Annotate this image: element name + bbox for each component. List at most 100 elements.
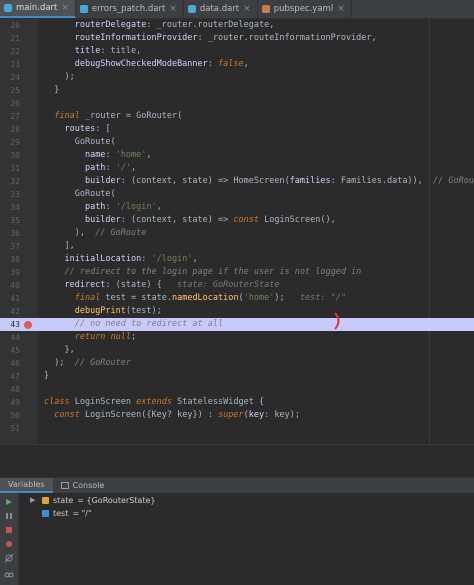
view-breakpoints-icon[interactable] [4, 539, 14, 549]
code-line[interactable]: 33 GoRoute( [0, 188, 474, 201]
line-number[interactable]: 48 [0, 383, 20, 396]
line-number[interactable]: 46 [0, 357, 20, 370]
code-line[interactable]: 35 builder: (context, state) => const Lo… [0, 214, 474, 227]
object-icon [42, 497, 49, 504]
line-number[interactable]: 27 [0, 110, 20, 123]
line-number[interactable]: 24 [0, 71, 20, 84]
line-number[interactable]: 29 [0, 136, 20, 149]
debug-tab-bar: Variables Console [0, 478, 474, 493]
code-line[interactable]: 29 GoRoute( [0, 136, 474, 149]
breakpoint-icon[interactable] [24, 320, 32, 329]
line-number[interactable]: 38 [0, 253, 20, 266]
line-number[interactable]: 43 [0, 318, 20, 331]
code-line[interactable]: 48 [0, 383, 474, 396]
variable-row-state[interactable]: ▶ state = {GoRouterState} [30, 494, 155, 507]
close-icon[interactable]: × [337, 4, 345, 14]
line-number[interactable]: 41 [0, 292, 20, 305]
line-number[interactable]: 49 [0, 396, 20, 409]
code-line[interactable]: 21 routeInformationProvider: _router.rou… [0, 32, 474, 45]
dart-file-icon [187, 5, 196, 13]
close-icon[interactable]: × [169, 4, 177, 14]
mute-breakpoints-icon[interactable] [4, 553, 14, 563]
code-text: redirect: (state) { state: GoRouterState [64, 280, 280, 290]
tab-label: errors_patch.dart [91, 4, 166, 14]
line-number[interactable]: 42 [0, 305, 20, 318]
line-number[interactable]: 21 [0, 32, 20, 45]
tab-errors-patch-dart[interactable]: errors_patch.dart × [76, 0, 184, 18]
line-number[interactable]: 35 [0, 214, 20, 227]
code-editor[interactable]: 20 routerDelegate: _router.routerDelegat… [0, 19, 474, 444]
code-line[interactable]: 24 ); [0, 71, 474, 84]
code-line[interactable]: 30 name: 'home', [0, 149, 474, 162]
code-line[interactable]: 22 title: title, [0, 45, 474, 58]
tab-data-dart[interactable]: data.dart × [184, 0, 258, 18]
code-line[interactable]: 34 path: '/login', [0, 201, 474, 214]
code-line[interactable]: 39 // redirect to the login page if the … [0, 266, 474, 279]
line-number[interactable]: 28 [0, 123, 20, 136]
code-line[interactable]: 46 ); // GoRouter [0, 357, 474, 370]
code-line[interactable]: 43 // no need to redirect at all [0, 318, 474, 331]
code-text: // redirect to the login page if the use… [64, 267, 362, 277]
code-line[interactable]: 23 debugShowCheckedModeBanner: false, [0, 58, 474, 71]
line-number[interactable]: 36 [0, 227, 20, 240]
code-line[interactable]: 44 return null; [0, 331, 474, 344]
tab-main-dart[interactable]: main.dart × [0, 0, 76, 18]
code-line[interactable]: 47} [0, 370, 474, 383]
code-line[interactable]: 40 redirect: (state) { state: GoRouterSt… [0, 279, 474, 292]
code-line[interactable]: 20 routerDelegate: _router.routerDelegat… [0, 19, 474, 32]
editor-tab-bar: main.dart × errors_patch.dart × data.dar… [0, 0, 474, 19]
tab-pubspec-yaml[interactable]: pubspec.yaml × [258, 0, 352, 18]
code-line[interactable]: 38 initialLocation: '/login', [0, 253, 474, 266]
line-number[interactable]: 20 [0, 19, 20, 32]
expand-arrow-icon[interactable]: ▶ [30, 494, 38, 507]
code-line[interactable]: 36 ), // GoRoute [0, 227, 474, 240]
code-line[interactable]: 51 [0, 422, 474, 435]
variable-name: state [53, 496, 74, 505]
tab-console[interactable]: Console [53, 478, 113, 493]
code-text: debugShowCheckedModeBanner: false, [74, 59, 249, 69]
glasses-icon[interactable] [4, 569, 14, 579]
line-number[interactable]: 32 [0, 175, 20, 188]
code-text: ], [44, 241, 75, 251]
resume-icon[interactable] [4, 497, 14, 507]
line-number[interactable]: 51 [0, 422, 20, 435]
line-number[interactable]: 33 [0, 188, 20, 201]
line-number[interactable]: 22 [0, 45, 20, 58]
close-icon[interactable]: × [61, 3, 69, 13]
code-line[interactable]: 32 builder: (context, state) => HomeScre… [0, 175, 474, 188]
line-number[interactable]: 25 [0, 84, 20, 97]
line-number[interactable]: 31 [0, 162, 20, 175]
tab-variables[interactable]: Variables [0, 478, 53, 493]
code-line[interactable]: 37 ], [0, 240, 474, 253]
close-icon[interactable]: × [243, 4, 251, 14]
line-number[interactable]: 39 [0, 266, 20, 279]
code-text: path: '/login', [84, 202, 162, 212]
code-line[interactable]: 50 const LoginScreen({Key? key}) : super… [0, 409, 474, 422]
code-line[interactable]: 28 routes: [ [0, 123, 474, 136]
code-text: debugPrint(test); [74, 306, 162, 316]
code-line[interactable]: 25 } [0, 84, 474, 97]
code-line[interactable]: 42 debugPrint(test); [0, 305, 474, 318]
code-line[interactable]: 31 path: '/', [0, 162, 474, 175]
line-number[interactable]: 37 [0, 240, 20, 253]
line-number[interactable]: 47 [0, 370, 20, 383]
line-number[interactable]: 26 [0, 97, 20, 110]
line-number[interactable]: 23 [0, 58, 20, 71]
stop-icon[interactable] [4, 525, 14, 535]
code-line[interactable]: 45 }, [0, 344, 474, 357]
line-number[interactable]: 44 [0, 331, 20, 344]
debug-toolbar [0, 493, 19, 585]
code-line[interactable]: 27 final _router = GoRouter( [0, 110, 474, 123]
code-line[interactable]: 41 final test = state.namedLocation('hom… [0, 292, 474, 305]
line-number[interactable]: 40 [0, 279, 20, 292]
line-number[interactable]: 50 [0, 409, 20, 422]
pause-icon[interactable] [4, 511, 14, 521]
dart-file-icon [4, 4, 12, 12]
line-number[interactable]: 30 [0, 149, 20, 162]
code-text: path: '/', [84, 163, 137, 173]
line-number[interactable]: 45 [0, 344, 20, 357]
line-number[interactable]: 34 [0, 201, 20, 214]
code-line[interactable]: 49 class LoginScreen extends StatelessWid… [0, 396, 474, 409]
code-line[interactable]: 26 [0, 97, 474, 110]
variable-row-test[interactable]: test = "/" [30, 507, 155, 520]
